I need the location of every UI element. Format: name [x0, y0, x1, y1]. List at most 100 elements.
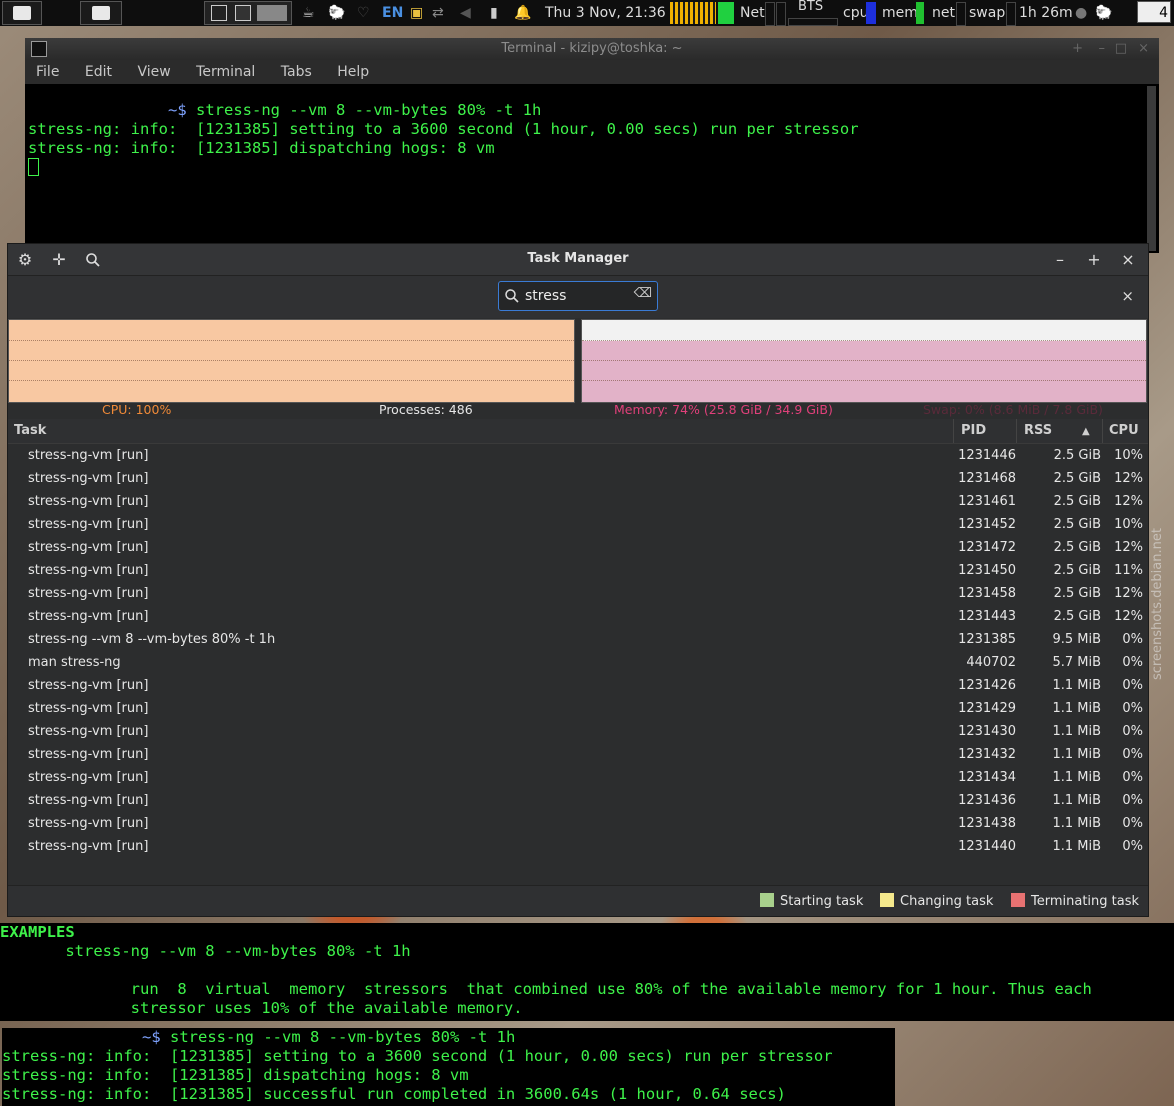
prompt: ~$: [168, 101, 187, 119]
cpu-graph-applet[interactable]: [670, 2, 716, 24]
cpu-graph-fill: [9, 320, 574, 402]
terminal-output[interactable]: ~$ stress-ng --vm 8 --vm-bytes 80% -t 1h…: [28, 101, 859, 178]
task-name: stress-ng-vm [run]: [28, 724, 149, 739]
task-name: stress-ng-vm [run]: [28, 678, 149, 693]
net-graph: [776, 2, 786, 26]
keyboard-layout[interactable]: EN: [382, 0, 403, 26]
terminal-scrollbar[interactable]: [1147, 86, 1156, 251]
processes-count: Processes: 486: [379, 402, 473, 417]
network-icon[interactable]: ☕: [302, 0, 315, 26]
table-row[interactable]: stress-ng-vm [run] 1231461 2.5 GiB 12%: [8, 490, 1148, 513]
table-row[interactable]: stress-ng-vm [run] 1231472 2.5 GiB 12%: [8, 536, 1148, 559]
man-description: run 8 virtual memory stressors that comb…: [130, 980, 1092, 998]
volume-muted-icon[interactable]: ◀: [460, 0, 471, 26]
rss-cell: 1.1 MiB: [1052, 701, 1101, 716]
workspace-switcher[interactable]: 4: [1137, 1, 1171, 23]
minimize-button[interactable]: –: [1047, 248, 1073, 272]
man-description: stressor uses 10% of the available memor…: [130, 999, 523, 1017]
cpu-meter: [866, 2, 876, 24]
cpu-cell: 12%: [1114, 609, 1143, 624]
file-manager-launcher-2[interactable]: [80, 1, 122, 25]
output-line: stress-ng: info: [1231385] setting to a …: [28, 120, 859, 138]
menu-view[interactable]: View: [137, 60, 170, 84]
menu-file[interactable]: File: [36, 60, 59, 84]
file-manager-launcher[interactable]: [2, 1, 42, 25]
menu-help[interactable]: Help: [337, 60, 369, 84]
legend-changing-label: Changing task: [900, 894, 994, 909]
terminal-window-2[interactable]: ~$ stress-ng --vm 8 --vm-bytes 80% -t 1h…: [2, 1028, 895, 1106]
table-row[interactable]: stress-ng --vm 8 --vm-bytes 80% -t 1h 123…: [8, 628, 1148, 651]
table-row[interactable]: stress-ng-vm [run] 1231432 1.1 MiB 0%: [8, 743, 1148, 766]
clipboard-icon[interactable]: ▣: [410, 0, 423, 26]
maximize-button[interactable]: +: [1081, 248, 1107, 272]
table-row[interactable]: stress-ng-vm [run] 1231436 1.1 MiB 0%: [8, 789, 1148, 812]
table-row[interactable]: stress-ng-vm [run] 1231440 1.1 MiB 0%: [8, 835, 1148, 858]
pid-cell: 1231432: [958, 747, 1016, 762]
memory-graph: [581, 319, 1147, 403]
close-button[interactable]: ×: [1138, 38, 1149, 60]
cpu-cell: 0%: [1122, 793, 1143, 808]
grid-line: [582, 360, 1146, 361]
column-pid[interactable]: PID: [961, 423, 986, 438]
table-row[interactable]: man stress-ng 440702 5.7 MiB 0%: [8, 651, 1148, 674]
net-graph: [765, 2, 775, 26]
column-cpu[interactable]: CPU: [1109, 423, 1139, 438]
bell-icon[interactable]: 🔔: [514, 0, 531, 26]
minimize-button[interactable]: –: [1099, 38, 1106, 60]
table-row[interactable]: stress-ng-vm [run] 1231452 2.5 GiB 10%: [8, 513, 1148, 536]
close-search-button[interactable]: ×: [1121, 287, 1134, 305]
search-entry[interactable]: ⌫: [498, 281, 658, 311]
table-row[interactable]: stress-ng-vm [run] 1231468 2.5 GiB 12%: [8, 467, 1148, 490]
bts-label: BTS: [798, 0, 824, 14]
terminal-icon: [235, 5, 251, 21]
menu-edit[interactable]: Edit: [85, 60, 112, 84]
memory-graph-applet[interactable]: [718, 2, 734, 24]
table-row[interactable]: stress-ng-vm [run] 1231458 2.5 GiB 12%: [8, 582, 1148, 605]
man-page-window[interactable]: EXAMPLES stress-ng --vm 8 --vm-bytes 80%…: [0, 923, 1174, 1021]
battery-icon[interactable]: ▮: [490, 0, 498, 26]
rss-cell: 2.5 GiB: [1053, 471, 1101, 486]
task-name: stress-ng-vm [run]: [28, 701, 149, 716]
table-row[interactable]: stress-ng-vm [run] 1231430 1.1 MiB 0%: [8, 720, 1148, 743]
table-row[interactable]: stress-ng-vm [run] 1231434 1.1 MiB 0%: [8, 766, 1148, 789]
sheep-icon[interactable]: 🐑: [328, 0, 345, 26]
pid-cell: 1231450: [958, 563, 1016, 578]
shade-button[interactable]: +: [1072, 38, 1083, 60]
table-row[interactable]: stress-ng-vm [run] 1231429 1.1 MiB 0%: [8, 697, 1148, 720]
column-rss[interactable]: RSS: [1024, 423, 1052, 438]
menu-tabs[interactable]: Tabs: [281, 60, 312, 84]
task-name: stress-ng-vm [run]: [28, 816, 149, 831]
task-name: stress-ng-vm [run]: [28, 563, 149, 578]
clock[interactable]: Thu 3 Nov, 21:36: [545, 0, 666, 26]
clear-search-icon[interactable]: ⌫: [634, 286, 652, 301]
close-button[interactable]: ×: [1115, 248, 1141, 272]
wifi-icon[interactable]: ♡: [357, 0, 370, 26]
sheep-icon-2[interactable]: 🐑: [1095, 0, 1112, 26]
cpu-cell: 12%: [1114, 586, 1143, 601]
legend-starting-label: Starting task: [780, 894, 864, 909]
terminal-titlebar[interactable]: Terminal - kizipy@toshka: ~ + – □ ×: [25, 38, 1159, 60]
search-icon: [505, 289, 519, 303]
task-manager-headerbar[interactable]: ⚙ ✛ Task Manager – + ×: [8, 244, 1148, 276]
battery-time[interactable]: 1h 26m: [1019, 0, 1073, 26]
task-manager-window: ⚙ ✛ Task Manager – + × ⌫ ×: [7, 243, 1149, 917]
pid-cell: 1231446: [958, 448, 1016, 463]
task-name: stress-ng --vm 8 --vm-bytes 80% -t 1h: [28, 632, 276, 647]
search-input[interactable]: [525, 286, 633, 306]
swap-meter: [1006, 2, 1016, 26]
maximize-button[interactable]: □: [1115, 38, 1127, 60]
rss-cell: 2.5 GiB: [1053, 586, 1101, 601]
cpu-cell: 0%: [1122, 747, 1143, 762]
table-row[interactable]: stress-ng-vm [run] 1231443 2.5 GiB 12%: [8, 605, 1148, 628]
grid-line: [9, 340, 574, 341]
window-list[interactable]: [204, 1, 292, 25]
table-row[interactable]: stress-ng-vm [run] 1231426 1.1 MiB 0%: [8, 674, 1148, 697]
table-row[interactable]: stress-ng-vm [run] 1231438 1.1 MiB 0%: [8, 812, 1148, 835]
rss-cell: 1.1 MiB: [1052, 678, 1101, 693]
menu-terminal[interactable]: Terminal: [196, 60, 255, 84]
column-task[interactable]: Task: [14, 423, 46, 438]
power-icon[interactable]: ●: [1075, 0, 1087, 26]
table-row[interactable]: stress-ng-vm [run] 1231446 2.5 GiB 10%: [8, 444, 1148, 467]
sync-icon[interactable]: ⇄: [432, 0, 444, 26]
table-row[interactable]: stress-ng-vm [run] 1231450 2.5 GiB 11%: [8, 559, 1148, 582]
